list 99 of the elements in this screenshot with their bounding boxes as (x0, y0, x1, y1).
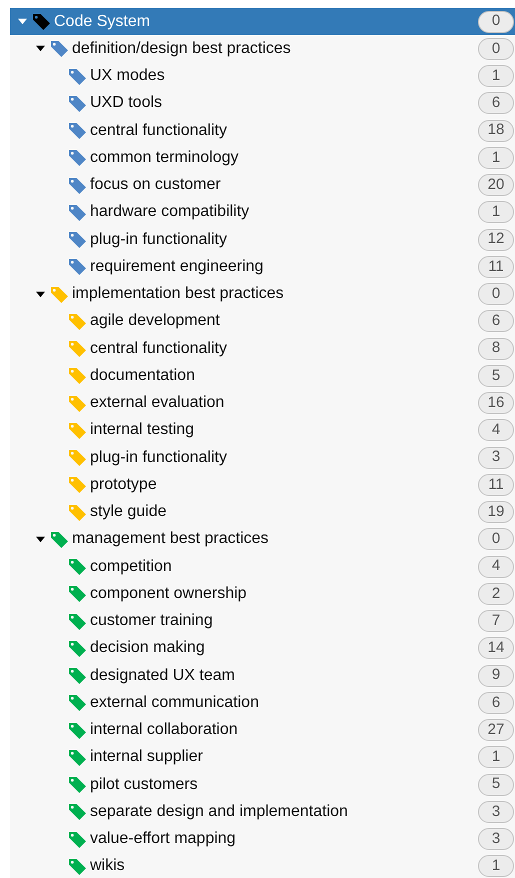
caret-icon[interactable] (36, 534, 44, 544)
tree-item[interactable]: UXD tools 6 (10, 90, 515, 117)
tree-item[interactable]: UX modes 1 (10, 62, 515, 90)
tree-item[interactable]: plug-in functionality 3 (10, 444, 515, 472)
tree-item-label: plug-in functionality (90, 230, 227, 250)
count-badge: 6 (478, 310, 514, 332)
tree-item-label: plug-in functionality (90, 448, 227, 468)
tree-item[interactable]: management best practices 0 (10, 526, 515, 553)
tree-item-label: competition (90, 556, 172, 577)
tree-item-label: focus on customer (90, 175, 221, 196)
tree-item-label: designated UX team (90, 666, 235, 686)
tree-item-label: requirement engineering (90, 256, 264, 277)
tree-item-label: UXD tools (90, 93, 162, 114)
count-badge: 3 (478, 828, 514, 850)
count-badge: 12 (478, 228, 514, 251)
count-badge: 11 (478, 256, 514, 278)
count-badge: 4 (478, 556, 514, 578)
count-badge: 8 (478, 338, 514, 360)
count-badge: 0 (478, 528, 514, 550)
tree-item[interactable]: focus on customer 20 (10, 172, 515, 199)
tree-item[interactable]: definition/design best practices 0 (10, 35, 515, 62)
tree-item[interactable]: designated UX team 9 (10, 662, 515, 690)
tree-item-label: UX modes (90, 66, 165, 86)
tree-item[interactable]: decision making 14 (10, 634, 515, 662)
count-badge: 3 (478, 446, 514, 469)
count-badge: 4 (478, 419, 514, 442)
count-badge: 27 (478, 719, 514, 742)
count-badge: 6 (478, 92, 514, 114)
tree-item[interactable]: pilot customers 5 (10, 771, 515, 798)
tree-item[interactable]: style guide 19 (10, 498, 515, 526)
count-badge: 7 (478, 610, 514, 632)
tree-item[interactable]: agile development 6 (10, 308, 515, 335)
count-badge: 14 (478, 637, 514, 660)
tree-item[interactable]: common terminology 1 (10, 144, 515, 172)
count-badge: 1 (478, 146, 514, 169)
tree-item-label: internal supplier (90, 747, 203, 768)
tree-item-label: customer training (90, 611, 213, 632)
tree-item-label: definition/design best practices (72, 38, 291, 59)
count-badge: 5 (478, 774, 514, 796)
tree-item-label: hardware compatibility (90, 202, 250, 222)
tree-item-label: internal collaboration (90, 720, 238, 740)
tree-item-label: internal testing (90, 420, 194, 440)
count-badge: 1 (478, 65, 514, 88)
tree-item[interactable]: documentation 5 (10, 362, 515, 390)
count-badge: 5 (478, 364, 514, 387)
tree-item-label: prototype (90, 474, 157, 495)
tree-item-label: wikis (90, 856, 125, 876)
count-badge: 11 (478, 474, 514, 496)
tree-item[interactable]: central functionality 8 (10, 335, 515, 362)
tree-item[interactable]: plug-in functionality 12 (10, 226, 515, 254)
tree-item[interactable]: external evaluation 16 (10, 390, 515, 417)
count-badge: 0 (478, 38, 514, 60)
count-badge: 1 (478, 746, 514, 768)
count-badge: 2 (478, 582, 514, 605)
count-badge: 0 (478, 283, 514, 306)
tree-item[interactable]: competition 4 (10, 553, 515, 580)
tree-item[interactable]: value-effort mapping 3 (10, 826, 515, 853)
tree-item-label: style guide (90, 502, 166, 522)
tree-item[interactable]: wikis 1 (10, 852, 515, 878)
tree-item-label: component ownership (90, 584, 247, 604)
count-badge: 16 (478, 392, 514, 414)
tree-item-label: separate design and implementation (90, 802, 348, 822)
tree-item[interactable]: external communication 6 (10, 689, 515, 716)
count-badge: 20 (478, 174, 514, 196)
tree-item[interactable]: hardware compatibility 1 (10, 198, 515, 226)
tree-item-label: external communication (90, 692, 259, 713)
tree-item[interactable]: customer training 7 (10, 608, 515, 635)
count-badge: 18 (478, 120, 514, 142)
tree-item-label: central functionality (90, 338, 227, 359)
caret-icon[interactable] (36, 44, 44, 54)
tree-item[interactable]: central functionality 18 (10, 117, 515, 144)
tree-item-label: central functionality (90, 120, 227, 141)
tree-item-label: agile development (90, 311, 220, 332)
tree-item[interactable]: requirement engineering 11 (10, 253, 515, 280)
tree-item-label: value-effort mapping (90, 829, 236, 850)
count-badge: 1 (478, 855, 514, 878)
count-badge: 0 (478, 10, 514, 33)
count-badge: 1 (478, 201, 514, 224)
caret-icon[interactable] (36, 290, 44, 299)
tree-item-label: decision making (90, 638, 205, 658)
tree-item[interactable]: Code System 0 (10, 8, 515, 36)
tree-item[interactable]: implementation best practices 0 (10, 280, 515, 308)
tree-item-label: common terminology (90, 148, 238, 168)
tree-item-label: external evaluation (90, 393, 224, 414)
tree-item[interactable]: internal supplier 1 (10, 744, 515, 771)
tree-item[interactable]: prototype 11 (10, 471, 515, 498)
tree-item-label: pilot customers (90, 774, 198, 795)
tree-item-label: management best practices (72, 529, 269, 550)
count-badge: 6 (478, 692, 514, 714)
tree-item[interactable]: internal testing 4 (10, 416, 515, 444)
tree-item[interactable]: component ownership 2 (10, 580, 515, 608)
count-badge: 9 (478, 664, 514, 687)
tree-item[interactable]: separate design and implementation 3 (10, 798, 515, 826)
count-badge: 19 (478, 501, 514, 524)
tree-item[interactable]: internal collaboration 27 (10, 716, 515, 744)
tree-item-label: Code System (54, 12, 150, 32)
count-badge: 3 (478, 800, 514, 823)
tree-item-label: implementation best practices (72, 284, 284, 304)
tree-item-label: documentation (90, 366, 195, 386)
